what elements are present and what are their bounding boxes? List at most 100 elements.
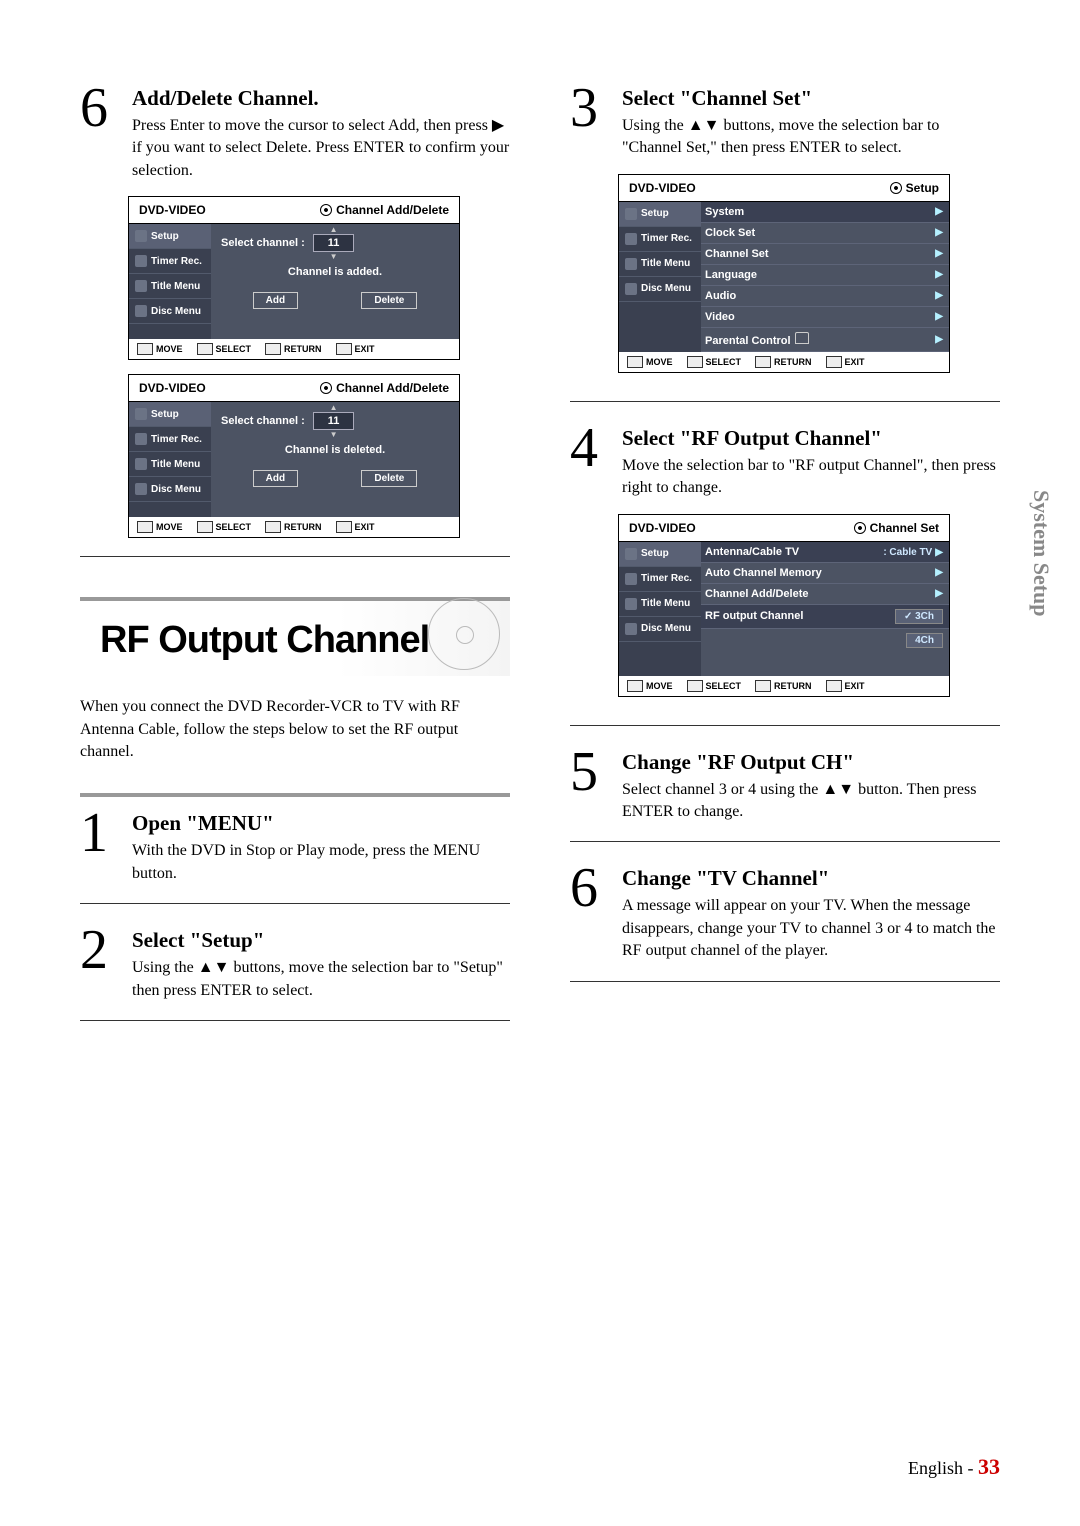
- select-key-icon: [687, 680, 703, 692]
- step-number: 6: [80, 80, 116, 136]
- osd-nav-disc[interactable]: Disc Menu: [619, 277, 701, 302]
- chevron-right-icon: ▶: [935, 227, 943, 238]
- divider: [570, 401, 1000, 402]
- return-key-icon: [755, 680, 771, 692]
- cs-item-auto[interactable]: Auto Channel Memory▶: [701, 563, 949, 584]
- clock-icon: [625, 233, 637, 245]
- rf-intro: When you connect the DVD Recorder-VCR to…: [80, 696, 510, 763]
- osd-nav-setup[interactable]: Setup: [619, 202, 701, 227]
- divider: [570, 841, 1000, 842]
- move-key-icon: [137, 521, 153, 533]
- return-key-icon: [265, 343, 281, 355]
- step-desc: Move the selection bar to "RF output Cha…: [622, 455, 1000, 500]
- return-key-icon: [755, 356, 771, 368]
- step-title: Add/Delete Channel.: [132, 86, 510, 111]
- disc-icon: [135, 483, 147, 495]
- channel-spinner[interactable]: 11: [313, 412, 355, 430]
- osd-nav-timer[interactable]: Timer Rec.: [129, 249, 211, 274]
- step-desc: A message will appear on your TV. When t…: [622, 895, 1000, 962]
- step-title: Open "MENU": [132, 811, 510, 836]
- exit-key-icon: [826, 356, 842, 368]
- cs-item-adddel[interactable]: Channel Add/Delete▶: [701, 584, 949, 605]
- divider: [80, 793, 510, 797]
- clock-icon: [135, 255, 147, 267]
- step-title: Select "Setup": [132, 928, 510, 953]
- osd-screen-title: Channel Add/Delete: [320, 381, 449, 395]
- osd-nav-setup[interactable]: Setup: [129, 224, 211, 249]
- step-desc: Press Enter to move the cursor to select…: [132, 115, 510, 182]
- cs-item-rfout[interactable]: RF output Channel✓ 3Ch: [701, 605, 949, 629]
- step-desc: Using the ▲▼ buttons, move the selection…: [622, 115, 1000, 160]
- disc-icon: [135, 305, 147, 317]
- osd-nav-timer[interactable]: Timer Rec.: [619, 227, 701, 252]
- delete-button[interactable]: Delete: [361, 292, 417, 309]
- move-key-icon: [627, 356, 643, 368]
- add-button[interactable]: Add: [253, 292, 298, 309]
- select-key-icon: [197, 521, 213, 533]
- setup-item-channel[interactable]: Channel Set▶: [701, 244, 949, 265]
- disc-icon: [625, 283, 637, 295]
- cs-item-antenna[interactable]: Antenna/Cable TV: Cable TV ▶: [701, 542, 949, 563]
- divider: [80, 1020, 510, 1021]
- cs-item-4ch[interactable]: 4Ch: [701, 629, 949, 652]
- step-desc: With the DVD in Stop or Play mode, press…: [132, 840, 510, 885]
- exit-key-icon: [826, 680, 842, 692]
- osd-nav-disc[interactable]: Disc Menu: [129, 477, 211, 502]
- osd-nav-title[interactable]: Title Menu: [129, 274, 211, 299]
- osd-nav-disc[interactable]: Disc Menu: [619, 617, 701, 642]
- osd-screen-title: Channel Set: [854, 521, 939, 535]
- osd-nav-disc[interactable]: Disc Menu: [129, 299, 211, 324]
- step-number: 2: [80, 922, 116, 978]
- delete-button[interactable]: Delete: [361, 470, 417, 487]
- title-icon: [625, 598, 637, 610]
- setup-item-clock[interactable]: Clock Set▶: [701, 223, 949, 244]
- setup-item-audio[interactable]: Audio▶: [701, 286, 949, 307]
- setup-item-language[interactable]: Language▶: [701, 265, 949, 286]
- page-footer: English - 33: [908, 1454, 1000, 1480]
- osd-screen-title: Channel Add/Delete: [320, 203, 449, 217]
- step-title: Change "RF Output CH": [622, 750, 1000, 775]
- step-number: 5: [570, 744, 606, 800]
- add-button[interactable]: Add: [253, 470, 298, 487]
- step-number: 4: [570, 420, 606, 476]
- divider: [570, 981, 1000, 982]
- channel-spinner[interactable]: 11: [313, 234, 355, 252]
- chevron-right-icon: ▶: [935, 567, 943, 578]
- step-desc: Select channel 3 or 4 using the ▲▼ butto…: [622, 779, 1000, 824]
- chevron-right-icon: ▶: [935, 269, 943, 280]
- setup-item-video[interactable]: Video▶: [701, 307, 949, 328]
- gear-icon: [135, 408, 147, 420]
- osd-dvdvideo: DVD-VIDEO: [139, 381, 206, 395]
- channel-status-msg: Channel is deleted.: [285, 444, 385, 456]
- return-key-icon: [265, 521, 281, 533]
- divider: [80, 903, 510, 904]
- osd-nav-title[interactable]: Title Menu: [619, 592, 701, 617]
- clock-icon: [135, 433, 147, 445]
- osd-nav-setup[interactable]: Setup: [619, 542, 701, 567]
- osd-dvdvideo: DVD-VIDEO: [629, 521, 696, 535]
- divider: [80, 556, 510, 557]
- osd-nav-timer[interactable]: Timer Rec.: [129, 427, 211, 452]
- osd-setup-menu: DVD-VIDEO Setup Setup Timer Rec. Title M…: [618, 174, 950, 373]
- lock-icon: [795, 332, 809, 344]
- rf-section-header: RF Output Channel: [80, 597, 510, 676]
- step-title: Change "TV Channel": [622, 866, 1000, 891]
- chevron-right-icon: ▶: [935, 547, 943, 558]
- chevron-right-icon: ▶: [935, 311, 943, 322]
- step-desc: Using the ▲▼ buttons, move the selection…: [132, 957, 510, 1002]
- osd-dvdvideo: DVD-VIDEO: [139, 203, 206, 217]
- chevron-right-icon: ▶: [935, 290, 943, 301]
- osd-nav-setup[interactable]: Setup: [129, 402, 211, 427]
- gear-icon: [625, 208, 637, 220]
- channel-status-msg: Channel is added.: [288, 266, 382, 278]
- setup-item-system[interactable]: System▶: [701, 202, 949, 223]
- osd-nav-title[interactable]: Title Menu: [619, 252, 701, 277]
- select-key-icon: [197, 343, 213, 355]
- select-channel-label: Select channel :: [221, 237, 305, 249]
- osd-nav-title[interactable]: Title Menu: [129, 452, 211, 477]
- step-number: 6: [570, 860, 606, 916]
- setup-item-parental[interactable]: Parental Control▶: [701, 328, 949, 352]
- step-title: Select "RF Output Channel": [622, 426, 1000, 451]
- chevron-right-icon: ▶: [935, 248, 943, 259]
- osd-nav-timer[interactable]: Timer Rec.: [619, 567, 701, 592]
